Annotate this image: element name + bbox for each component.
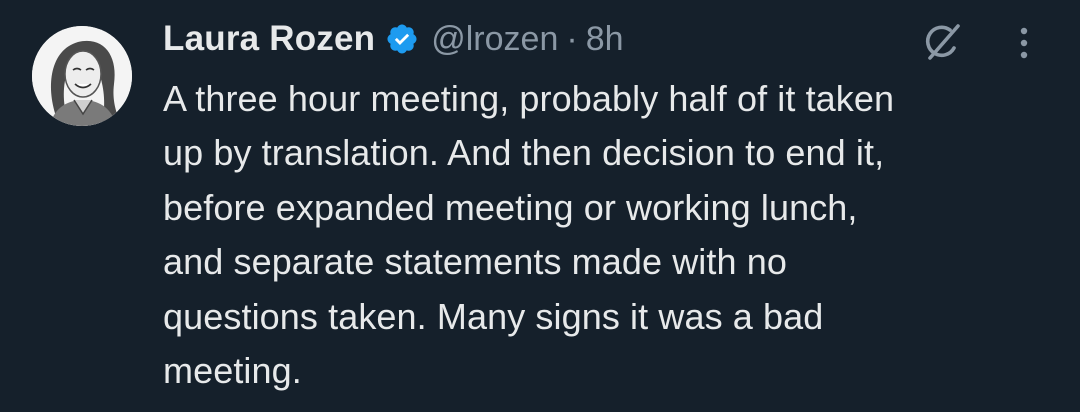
timestamp[interactable]: 8h <box>586 20 624 59</box>
more-options-icon[interactable] <box>1014 22 1034 64</box>
tweet-header: Laura Rozen @lrozen · 8h <box>163 14 624 64</box>
author-name[interactable]: Laura Rozen <box>163 19 375 59</box>
tweet[interactable]: Laura Rozen @lrozen · 8h A three hour me… <box>0 0 1080 412</box>
separator-dot: · <box>566 19 578 58</box>
tweet-text: A three hour meeting, probably half of i… <box>163 78 895 392</box>
grok-icon[interactable] <box>920 20 964 64</box>
avatar[interactable] <box>32 26 132 126</box>
avatar-illustration <box>32 26 132 126</box>
author-handle[interactable]: @lrozen <box>431 20 558 59</box>
verified-badge-icon <box>385 22 419 56</box>
